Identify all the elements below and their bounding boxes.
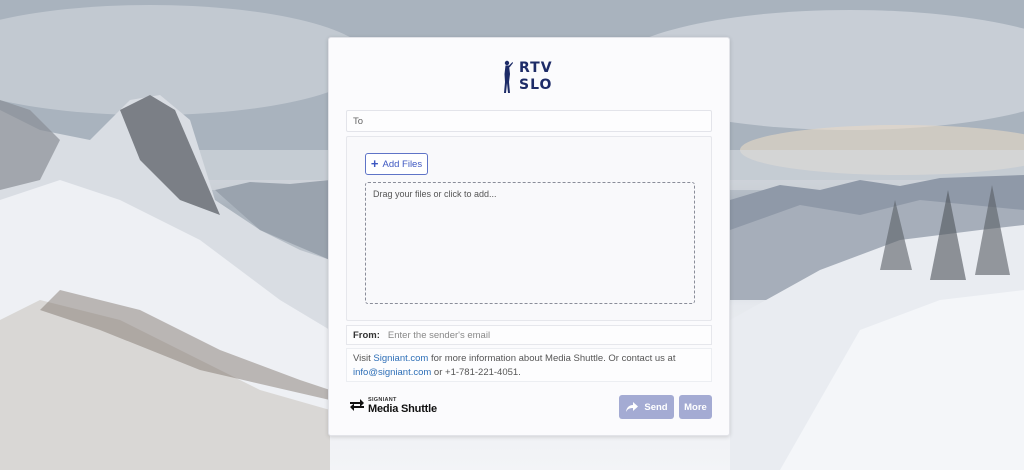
- swap-arrows-icon: [350, 399, 364, 411]
- rtv-slo-logo: RTV SLO: [501, 60, 561, 98]
- send-label: Send: [644, 401, 668, 413]
- upload-panel: RTV SLO To + Add Files Drag your files o…: [328, 37, 730, 436]
- sender-email-input[interactable]: [387, 329, 688, 341]
- add-files-button[interactable]: + Add Files: [365, 153, 428, 175]
- info-text: Visit Signiant.com for more information …: [346, 348, 712, 382]
- more-button[interactable]: More: [679, 395, 712, 419]
- from-row: From:: [346, 325, 712, 345]
- logo-line-1: RTV: [519, 60, 553, 76]
- add-files-label: Add Files: [382, 158, 423, 170]
- plus-icon: +: [370, 156, 379, 171]
- email-link[interactable]: info@signiant.com: [353, 367, 431, 378]
- logo-text: RTV SLO: [519, 60, 553, 94]
- share-arrow-icon: [626, 401, 639, 412]
- from-label: From:: [353, 329, 380, 341]
- drop-zone-hint: Drag your files or click to add...: [373, 189, 497, 199]
- more-label: More: [684, 401, 707, 413]
- logo-line-2: SLO: [519, 77, 553, 93]
- info-suffix: or +1-781-221-4051.: [431, 367, 521, 378]
- signiant-link[interactable]: Signiant.com: [373, 353, 428, 364]
- file-drop-zone[interactable]: Drag your files or click to add...: [365, 182, 695, 304]
- trumpeter-figure-icon: [504, 60, 513, 93]
- to-label: To: [353, 116, 364, 127]
- media-shuttle-logo: SIGNIANT Media Shuttle: [349, 396, 437, 415]
- product-name: Media Shuttle: [368, 403, 437, 415]
- send-button[interactable]: Send: [619, 395, 674, 419]
- info-prefix: Visit: [353, 353, 374, 364]
- info-middle: for more information about Media Shuttle…: [428, 353, 676, 364]
- files-section: + Add Files Drag your files or click to …: [346, 136, 712, 321]
- to-field[interactable]: To: [346, 110, 712, 132]
